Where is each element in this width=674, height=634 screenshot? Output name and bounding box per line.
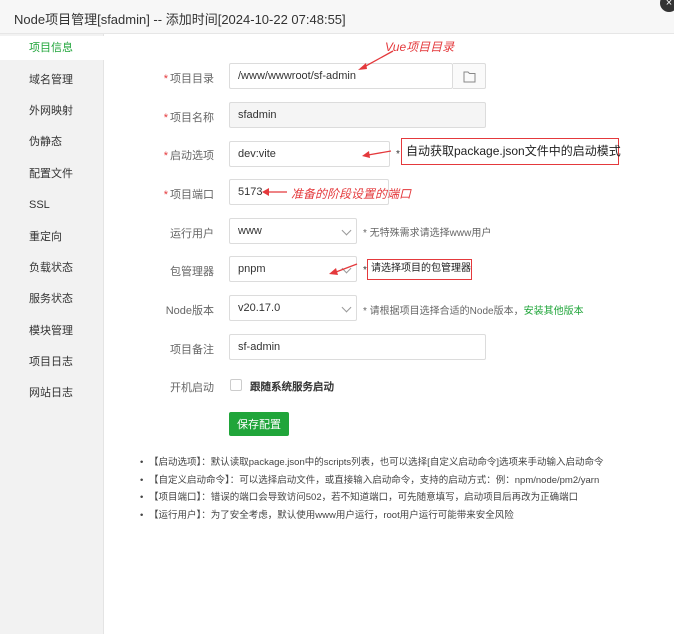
annotation-arrows [262, 50, 394, 275]
arrow-left-icon [362, 150, 392, 158]
arrow-left-icon [329, 263, 358, 275]
arrow-left-icon [262, 188, 287, 196]
arrow-left-icon [358, 50, 394, 70]
